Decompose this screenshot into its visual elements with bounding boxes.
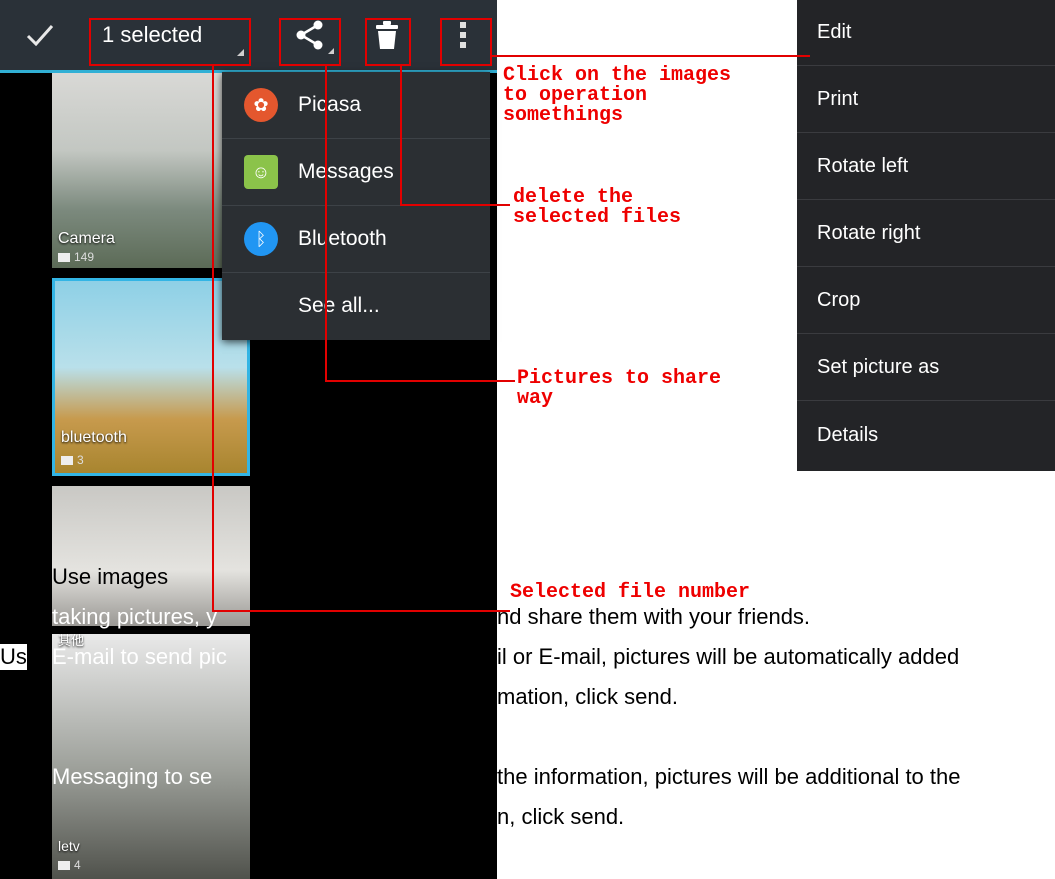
- menu-item-crop[interactable]: Crop: [797, 268, 1055, 334]
- album-thumbnail-bluetooth[interactable]: bluetooth 3: [52, 278, 250, 476]
- doc-line4-part1: Messaging to se: [52, 764, 213, 789]
- doc-line1-prefix: f: [0, 604, 7, 629]
- annotation-delete: delete the selected files: [513, 186, 682, 229]
- doc-line4-part2: the information, pictures will be additi…: [497, 764, 961, 789]
- album-name: Camera: [58, 230, 115, 247]
- folder-icon: [61, 456, 73, 466]
- messages-icon: ☺: [244, 155, 278, 189]
- picasa-icon: ✿: [244, 88, 278, 122]
- annotation-line-more: [492, 55, 810, 57]
- album-name: letv: [58, 838, 80, 854]
- doc-line1-part1: taking pictures, y: [52, 604, 218, 629]
- menu-item-edit[interactable]: Edit: [797, 0, 1055, 66]
- menu-item-details[interactable]: Details: [797, 402, 1055, 468]
- annotation-line-selected-v: [212, 66, 214, 612]
- doc-line4-prefix: U: [0, 764, 16, 789]
- annotation-box-delete: [365, 18, 411, 66]
- annotation-operations: Click on the images to operation somethi…: [503, 64, 732, 127]
- annotation-line-share-h: [325, 380, 515, 382]
- menu-item-set-picture-as[interactable]: Set picture as: [797, 335, 1055, 401]
- menu-item-rotate-right[interactable]: Rotate right: [797, 201, 1055, 267]
- annotation-line-delete-h: [400, 204, 510, 206]
- share-menu: ✿ Picasa ☺ Messages ᛒ Bluetooth See all.…: [222, 72, 490, 340]
- annotation-selected-number: Selected file number: [510, 581, 751, 604]
- annotation-line-selected-h: [212, 610, 510, 612]
- share-option-label: Messages: [298, 160, 394, 183]
- album-name: bluetooth: [61, 429, 127, 446]
- album-count: 149: [58, 250, 94, 264]
- share-option-picasa[interactable]: ✿ Picasa: [222, 72, 490, 139]
- folder-icon: [58, 861, 70, 871]
- overflow-menu: Edit Print Rotate left Rotate right Crop…: [797, 0, 1055, 471]
- annotation-line-delete-v: [400, 66, 402, 206]
- doc-heading: Use images: [52, 564, 169, 589]
- annotation-share: Pictures to share way: [517, 367, 722, 410]
- album-count: 3: [61, 453, 84, 467]
- annotation-box-share: [279, 18, 341, 66]
- menu-item-print[interactable]: Print: [797, 67, 1055, 133]
- album-thumbnail-camera[interactable]: Camera 149: [52, 72, 250, 268]
- doc-line3: mation, click send.: [497, 684, 678, 709]
- album-thumbnail-letv[interactable]: 其他 letv 4: [52, 634, 250, 879]
- menu-item-rotate-left[interactable]: Rotate left: [797, 134, 1055, 200]
- annotation-box-selected: [89, 18, 251, 66]
- bluetooth-icon: ᛒ: [244, 222, 278, 256]
- share-see-all[interactable]: See all...: [222, 273, 490, 339]
- doc-line5: n, click send.: [497, 804, 625, 829]
- see-all-label: See all...: [298, 294, 380, 317]
- check-icon[interactable]: [20, 10, 60, 60]
- share-option-label: Picasa: [298, 93, 362, 116]
- share-option-bluetooth[interactable]: ᛒ Bluetooth: [222, 206, 490, 273]
- doc-line2-part1: E-mail to send pic: [52, 644, 227, 669]
- doc-line1-part2: nd share them with your friends.: [497, 604, 811, 629]
- annotation-box-more: [440, 18, 492, 66]
- album-count: 4: [58, 858, 81, 872]
- folder-icon: [58, 253, 70, 263]
- share-option-messages[interactable]: ☺ Messages: [222, 139, 490, 206]
- annotation-line-share-v: [325, 66, 327, 382]
- doc-line2-prefix: Us: [0, 644, 27, 670]
- phone-screen: Camera 149 bluetooth 3 其他 letv 4 1 selec…: [0, 0, 497, 879]
- doc-line2-part2: il or E-mail, pictures will be automatic…: [497, 644, 960, 669]
- share-option-label: Bluetooth: [298, 227, 387, 250]
